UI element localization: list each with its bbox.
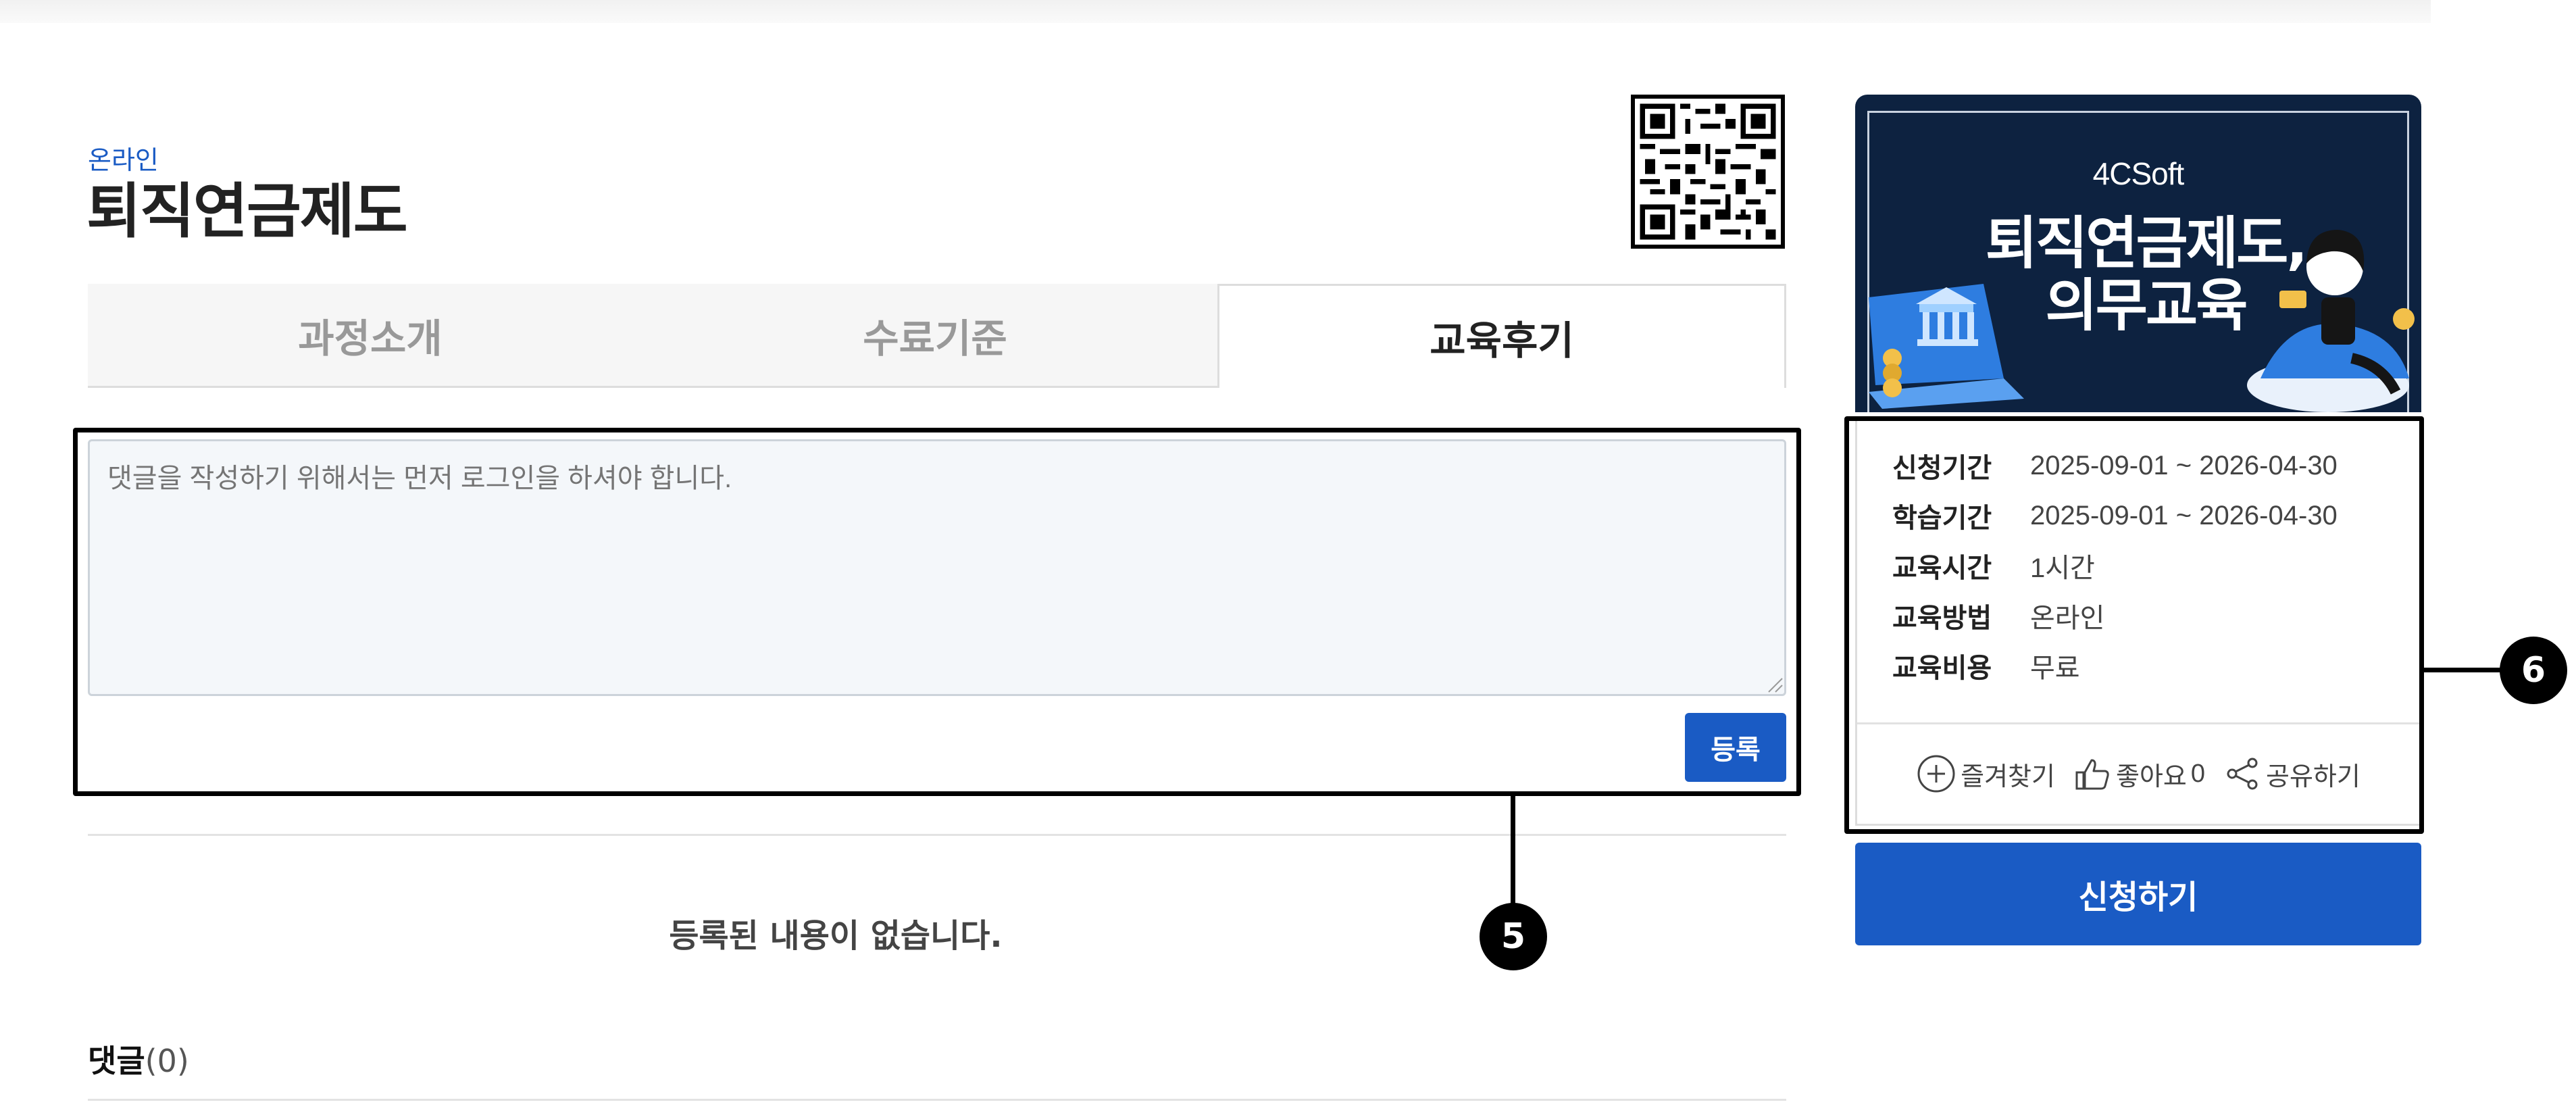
callout-5-marker: 5 [1480,903,1547,970]
submit-review-button[interactable]: 등록 [1685,713,1786,782]
qr-code-graphic [1635,99,1781,245]
apply-button[interactable]: 신청하기 [1855,843,2421,945]
tab-course-intro[interactable]: 과정소개 [88,284,653,388]
course-banner: 4CSoft 퇴직연금제도, 의무교육 [1855,95,2421,412]
divider [88,834,1786,836]
comments-label: 댓글 [88,1043,145,1079]
qr-code [1631,95,1785,249]
callout-6-marker: 6 [2500,637,2567,704]
comment-count: 댓글(0) [88,1041,189,1081]
banner-title-line2: 의무교육 [2045,272,2248,339]
divider [88,1099,1786,1101]
tab-completion-criteria[interactable]: 수료기준 [653,284,1217,388]
tab-reviews[interactable]: 교육후기 [1217,284,1786,388]
banner-title-line1: 퇴직연금제도, [1985,210,2308,276]
review-input[interactable] [88,439,1786,696]
resize-grip-icon[interactable] [1766,676,1784,693]
callout-5-line [1511,795,1515,910]
callout-6-line [2423,668,2502,672]
banner-logo: 4CSoft [2092,156,2185,191]
comments-count: (0) [145,1043,189,1079]
info-card-highlight [1844,416,2424,834]
course-category: 온라인 [88,145,159,175]
top-bar [0,0,2431,23]
course-tabs: 과정소개 수료기준 교육후기 [88,284,1786,388]
page-title: 퇴직연금제도 [86,176,408,246]
